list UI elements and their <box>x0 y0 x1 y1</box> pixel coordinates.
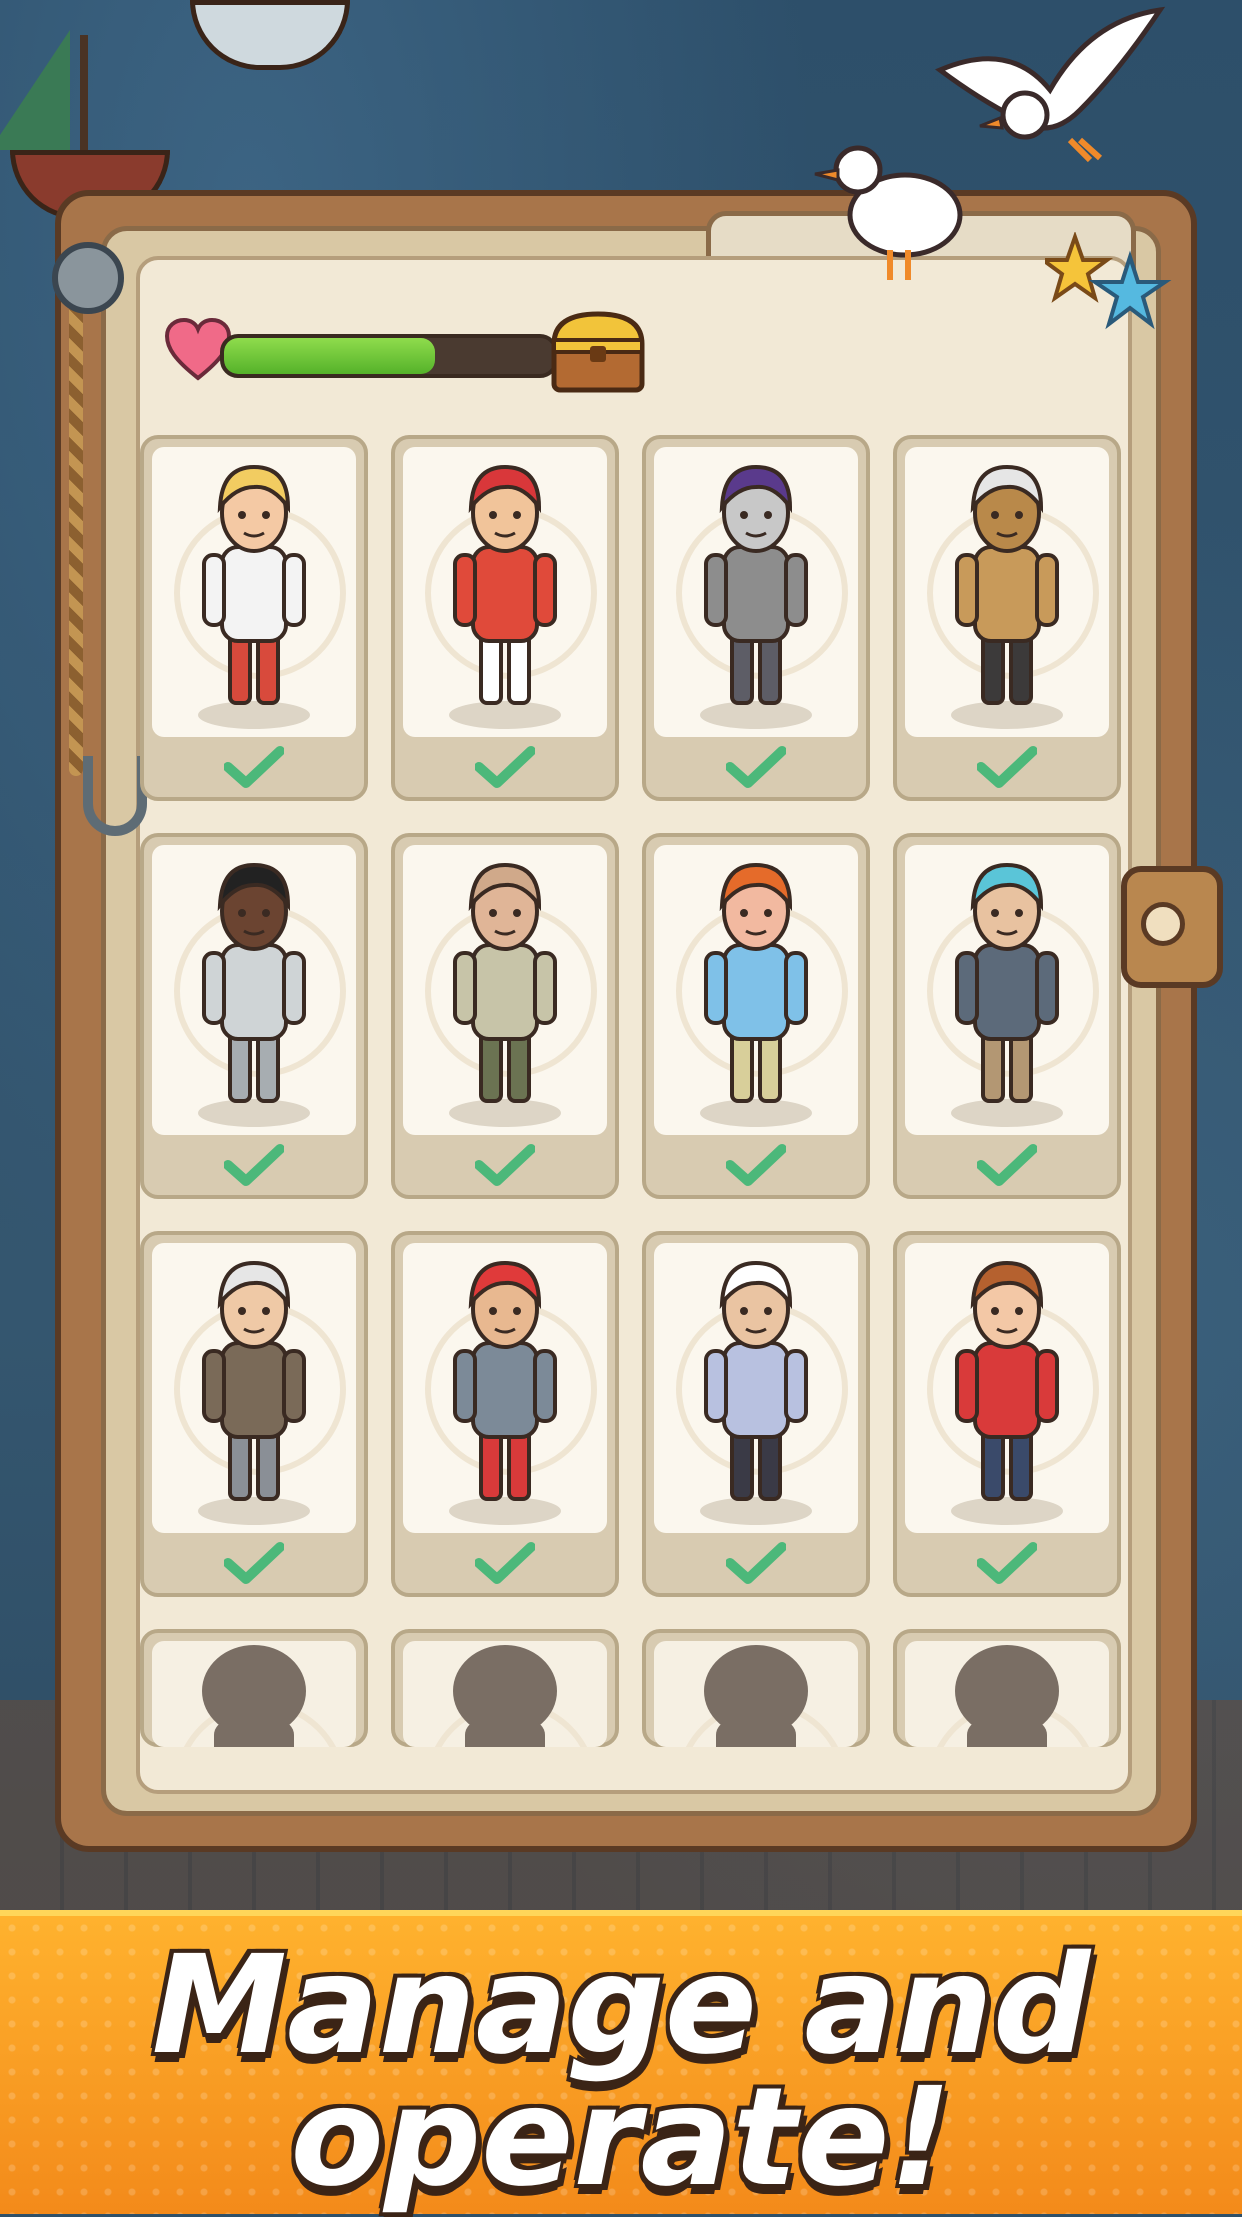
character-card-old-gentleman[interactable] <box>140 1231 368 1597</box>
checkmark-icon <box>726 1144 786 1186</box>
character-card-mechanic[interactable] <box>893 833 1121 1199</box>
character-portrait <box>152 845 356 1135</box>
character-card-old-master[interactable] <box>642 1231 870 1597</box>
rope-decoration <box>69 256 83 776</box>
character-portrait <box>403 845 607 1135</box>
checkmark-icon <box>977 1542 1037 1584</box>
toggle-switch-icon[interactable] <box>52 242 124 314</box>
character-card-robot-waiter[interactable] <box>642 435 870 801</box>
checkmark-icon <box>475 746 535 788</box>
character-figure-robot-maid <box>951 464 1063 729</box>
character-portrait <box>152 447 356 737</box>
hook-icon <box>83 756 147 836</box>
character-figure-tourist-boy <box>700 862 812 1127</box>
character-figure-surfer <box>449 1260 561 1525</box>
character-figure-old-gentleman <box>198 1260 310 1525</box>
character-figure-mechanic <box>951 862 1063 1127</box>
character-portrait <box>654 1641 858 1747</box>
character-portrait <box>905 845 1109 1135</box>
character-card-locked-1[interactable] <box>140 1629 368 1747</box>
character-figure-fisherman <box>449 862 561 1127</box>
character-portrait <box>905 447 1109 737</box>
locked-character-silhouette <box>202 1645 306 1747</box>
starfish-icon <box>1045 232 1172 330</box>
character-card-surfer[interactable] <box>391 1231 619 1597</box>
character-figure-chef <box>449 464 561 729</box>
progress-bar <box>220 334 558 378</box>
locked-character-silhouette <box>955 1645 1059 1747</box>
seagull-standing-icon <box>814 145 963 280</box>
character-figure-old-master <box>700 1260 812 1525</box>
affection-progress <box>165 310 645 393</box>
character-portrait <box>152 1243 356 1533</box>
checkmark-icon <box>475 1542 535 1584</box>
character-card-young-man[interactable] <box>893 1231 1121 1597</box>
character-figure-waitress <box>198 464 310 729</box>
checkmark-icon <box>224 1542 284 1584</box>
checkmark-icon <box>224 1144 284 1186</box>
checkmark-icon <box>977 1144 1037 1186</box>
character-portrait <box>905 1243 1109 1533</box>
character-portrait <box>152 1641 356 1747</box>
character-card-tourist-boy[interactable] <box>642 833 870 1199</box>
progress-bar-fill <box>224 338 436 374</box>
character-portrait <box>905 1641 1109 1747</box>
checkmark-icon <box>224 746 284 788</box>
character-figure-robot-waiter <box>700 464 812 729</box>
character-card-chef[interactable] <box>391 435 619 801</box>
character-card-basketball-player[interactable] <box>140 833 368 1199</box>
banner-headline-line-2: operate! <box>290 2059 952 2217</box>
boat-decoration <box>190 0 350 70</box>
character-card-robot-maid[interactable] <box>893 435 1121 801</box>
book-clasp <box>1121 866 1223 988</box>
checkmark-icon <box>726 746 786 788</box>
checkmark-icon <box>726 1542 786 1584</box>
character-figure-basketball-player <box>198 862 310 1127</box>
character-portrait <box>403 447 607 737</box>
character-portrait <box>403 1243 607 1533</box>
locked-character-silhouette <box>453 1645 557 1747</box>
checkmark-icon <box>977 746 1037 788</box>
locked-character-silhouette <box>704 1645 808 1747</box>
banner-headline-line-1: Manage and <box>151 1927 1091 2085</box>
character-figure-young-man <box>951 1260 1063 1525</box>
checkmark-icon <box>475 1144 535 1186</box>
character-card-locked-3[interactable] <box>642 1629 870 1747</box>
treasure-chest-icon[interactable] <box>550 310 646 394</box>
character-card-locked-2[interactable] <box>391 1629 619 1747</box>
character-portrait <box>654 1243 858 1533</box>
character-card-fisherman[interactable] <box>391 833 619 1199</box>
character-portrait <box>654 845 858 1135</box>
character-card-locked-4[interactable] <box>893 1629 1121 1747</box>
character-portrait <box>403 1641 607 1747</box>
character-card-waitress[interactable] <box>140 435 368 801</box>
character-portrait <box>654 447 858 737</box>
